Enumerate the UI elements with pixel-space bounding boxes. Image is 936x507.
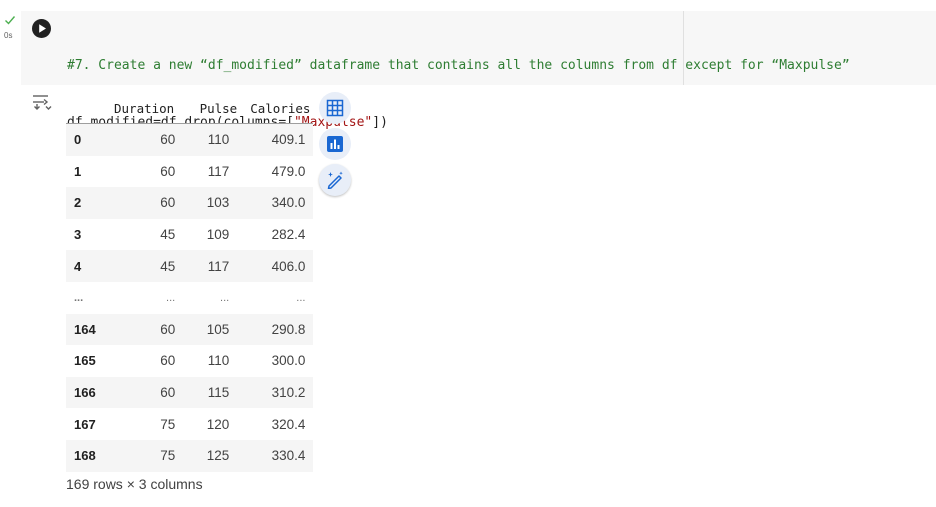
cell-pulse: 117 [207,163,230,179]
cell-calories: 406.0 [271,258,306,274]
table-row: 4 45 117 406.0 [66,250,314,282]
table-row: 168 75 125 330.4 [66,439,314,472]
generate-code-icon [327,171,343,189]
row-index: 167 [74,416,96,432]
dataframe-shape-caption: 169 rows × 3 columns [66,476,203,492]
code-cell[interactable]: #7. Create a new “df_modified” dataframe… [21,11,936,187]
cell-calories: 340.0 [271,195,306,211]
cell-calories: ... [296,291,306,304]
table-row: 1 60 117 479.0 [66,155,314,188]
row-index: 4 [74,258,82,274]
table-row-ellipsis: ... ... ... ... [66,281,314,314]
cell-duration: 45 [160,227,176,243]
table-row: 167 75 120 320.4 [66,408,314,440]
cell-duration: 60 [160,353,176,369]
cell-calories: 282.4 [271,227,306,243]
run-cell-button[interactable] [32,19,51,38]
table-row: 0 60 110 409.1 [66,123,314,156]
cell-duration: 60 [160,385,176,401]
cell-duration: 60 [160,132,176,148]
table-row: 165 60 110 300.0 [66,345,314,377]
interactive-table-icon [326,99,344,117]
output-toggle-icon[interactable] [31,93,53,111]
row-index: 3 [74,227,82,243]
cell-pulse: 110 [207,132,230,148]
cell-calories: 290.8 [271,321,306,337]
column-header-duration: Duration [104,93,178,124]
row-index: 164 [74,321,96,337]
table-row: 2 60 103 340.0 [66,187,314,219]
table-row: 166 60 115 310.2 [66,376,314,409]
cell-pulse: 125 [206,448,230,464]
cell-pulse: ... [220,291,230,304]
checkmark-icon [5,16,16,25]
suggest-charts-button[interactable] [319,128,351,160]
cell-duration: 60 [160,321,176,337]
cell-duration: 60 [160,163,176,179]
column-header-calories: Calories [240,93,314,124]
cell-pulse: 103 [206,195,230,211]
cell-calories: 320.4 [271,416,306,432]
table-row: 3 45 109 282.4 [66,218,314,251]
row-index: 2 [74,195,82,211]
row-index: 165 [74,353,96,369]
code-drop-suffix: ]) [372,115,388,130]
cell-duration: 45 [160,258,176,274]
cell-duration: 75 [160,448,176,464]
dataframe-table: Duration Pulse Calories 0 60 110 409.1 1… [66,93,314,472]
cell-pulse: 117 [207,258,230,274]
cell-pulse: 109 [206,227,230,243]
row-index: 166 [74,385,96,401]
index-header [66,93,104,124]
code-comment-line: #7. Create a new “df_modified” dataframe… [67,58,850,73]
cell-calories: 300.0 [271,353,306,369]
text-cursor-guide [683,11,684,85]
cell-duration: ... [166,291,176,304]
cell-calories: 479.0 [271,163,306,179]
table-row: 164 60 105 290.8 [66,313,314,346]
cell-pulse: 120 [206,416,230,432]
cell-calories: 409.1 [271,132,306,148]
suggest-chart-icon [327,136,343,152]
play-icon [39,24,46,33]
cell-pulse: 105 [206,321,230,337]
cell-duration: 60 [160,195,176,211]
convert-to-interactive-table-button[interactable] [319,92,351,124]
column-header-pulse: Pulse [177,93,241,124]
row-index: 1 [74,163,82,179]
row-index: 0 [74,132,82,148]
cell-duration: 75 [160,416,176,432]
generate-code-button[interactable] [319,164,351,196]
row-index: 168 [74,448,96,464]
row-index: ... [74,291,84,304]
cell-calories: 310.2 [271,385,306,401]
cell-pulse: 115 [207,385,230,401]
cell-calories: 330.4 [271,448,306,464]
cell-pulse: 110 [207,353,230,369]
execution-time: 0s [4,31,13,40]
